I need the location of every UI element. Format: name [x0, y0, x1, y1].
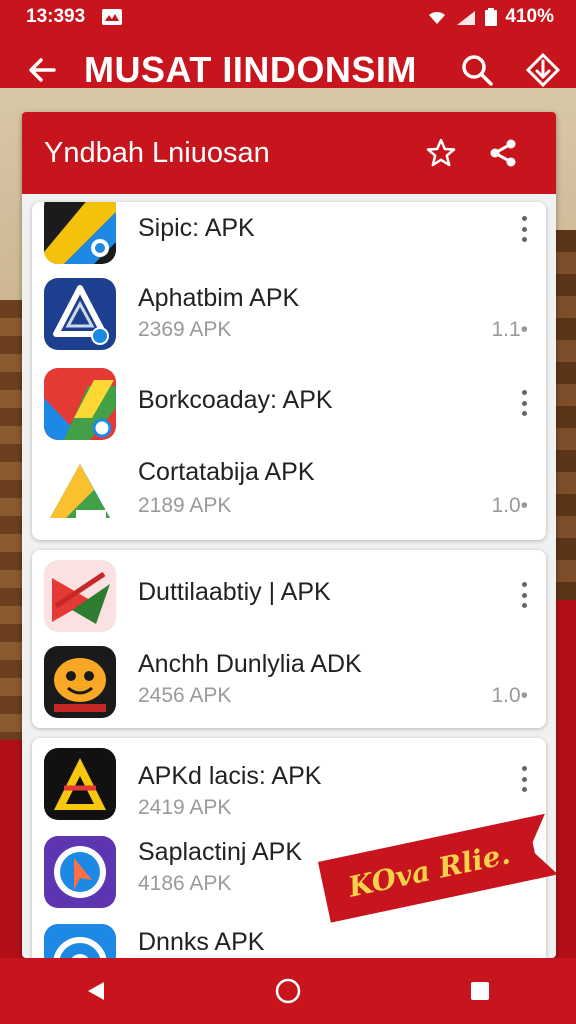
app-icon [44, 646, 116, 718]
triangle-back-icon [88, 982, 104, 1000]
back-button[interactable] [0, 54, 84, 86]
download-button[interactable] [510, 52, 576, 88]
app-version: 1.0• [491, 494, 528, 517]
app-icon [44, 278, 116, 350]
app-icon [44, 368, 116, 440]
app-name: Sipic: APK [138, 214, 255, 242]
status-bar: 13:393 410% [0, 0, 576, 34]
more-options-button[interactable] [516, 216, 532, 242]
app-version: 1.0• [491, 684, 528, 707]
app-size: 2419 APK [138, 796, 232, 819]
battery-percent: 410% [505, 6, 554, 27]
nav-home-button[interactable] [258, 966, 318, 1016]
app-name: Aphatbim APK [138, 284, 300, 312]
app-icon [44, 560, 116, 632]
list-item[interactable]: Borkcoaday: APK [32, 362, 546, 446]
app-name: Cortatabija APK [138, 458, 315, 486]
list-item[interactable]: Dnnks APK [32, 918, 546, 958]
status-time: 13:393 [26, 6, 86, 27]
more-options-button[interactable] [516, 766, 532, 792]
share-icon [490, 139, 516, 167]
app-name: Dnnks APK [138, 928, 265, 956]
app-icon [44, 748, 116, 820]
app-size: 2369 APK [138, 318, 232, 341]
card-header: Yndbah Lniuosan [22, 112, 556, 194]
share-button[interactable] [472, 138, 534, 168]
app-size: 2456 APK [138, 684, 232, 707]
favorite-button[interactable] [410, 138, 472, 168]
app-name: APKd lacis: APK [138, 762, 322, 790]
app-name: Duttilaabtiy | APK [138, 578, 331, 606]
app-name: Borkcoaday: APK [138, 386, 333, 414]
list-item[interactable]: Sipic: APK [32, 202, 546, 270]
app-size: 4186 APK [138, 872, 232, 895]
nav-back-button[interactable] [66, 966, 126, 1016]
app-group-2: Duttilaabtiy | APK Anchh Dunlylia ADK 24… [32, 550, 546, 728]
more-options-button[interactable] [516, 582, 532, 608]
more-options-button[interactable] [516, 390, 532, 416]
app-icon [44, 924, 116, 958]
card-title: Yndbah Lniuosan [44, 136, 270, 169]
notification-icon [102, 9, 123, 25]
navigation-bar [0, 958, 576, 1024]
app-bar: MUSAT IINDONSIM [0, 34, 576, 106]
search-icon [462, 55, 493, 86]
signal-icon [457, 11, 476, 25]
list-item[interactable]: Duttilaabtiy | APK [32, 554, 546, 638]
list-item[interactable]: APKd lacis: APK 2419 APK [32, 742, 546, 826]
list-item[interactable]: Aphatbim APK 2369 APK 1.1• [32, 272, 546, 356]
wifi-icon [429, 11, 446, 24]
download-icon [525, 52, 561, 88]
app-icon [44, 836, 116, 908]
arrow-left-icon [29, 58, 56, 82]
app-icon [44, 458, 116, 530]
nav-recents-button[interactable] [450, 966, 510, 1016]
app-name: Saplactinj APK [138, 838, 302, 866]
star-outline-icon [426, 138, 456, 167]
app-name: Anchh Dunlylia ADK [138, 650, 362, 678]
app-size: 2189 APK [138, 494, 232, 517]
app-icon [44, 202, 116, 264]
search-button[interactable] [444, 53, 510, 87]
square-recents-icon [471, 982, 489, 1000]
app-group-1: Sipic: APK Aphatbim APK 2369 APK 1.1• Bo… [32, 202, 546, 540]
page-title: MUSAT IINDONSIM [84, 49, 417, 90]
list-item[interactable]: Cortatabija APK 2189 APK 1.0• [32, 452, 546, 536]
battery-icon [485, 8, 498, 26]
app-version: 1.1• [491, 318, 528, 341]
circle-home-icon [275, 978, 301, 1004]
list-item[interactable]: Anchh Dunlylia ADK 2456 APK 1.0• [32, 640, 546, 724]
